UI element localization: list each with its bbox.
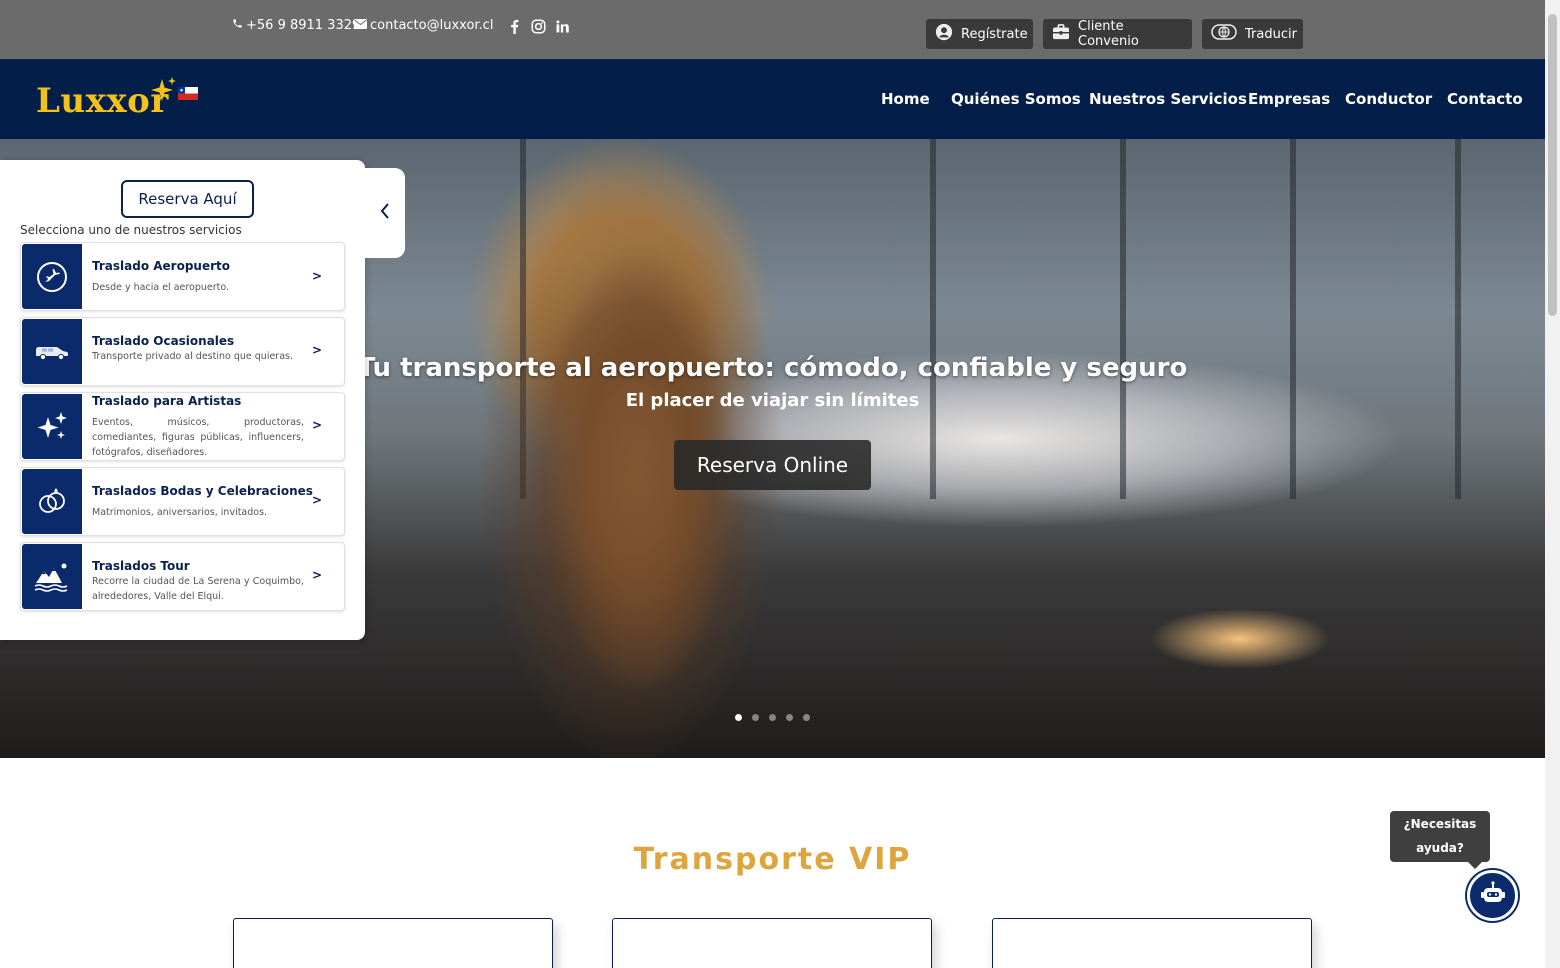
window-frame bbox=[1455, 139, 1461, 499]
nav-home[interactable]: Home bbox=[881, 90, 930, 108]
slider-dot[interactable] bbox=[752, 714, 759, 721]
nav-contacto[interactable]: Contacto bbox=[1447, 90, 1523, 108]
chevron-right-icon: > bbox=[311, 493, 322, 507]
email-link[interactable]: contacto@luxxor.cl bbox=[354, 18, 493, 33]
service-description: Transporte privado al destino que quiera… bbox=[92, 351, 293, 362]
slider-dots bbox=[735, 714, 810, 721]
booking-panel: Reserva Aquí Selecciona uno de nuestros … bbox=[0, 160, 365, 640]
slider-dot[interactable] bbox=[735, 714, 742, 721]
briefcase-icon bbox=[1052, 24, 1070, 44]
facebook-icon[interactable] bbox=[505, 17, 523, 35]
nav-quienes-somos[interactable]: Quiénes Somos bbox=[951, 90, 1081, 108]
van-icon bbox=[22, 319, 82, 384]
service-title: Traslados Bodas y Celebraciones bbox=[92, 484, 313, 498]
rings-icon bbox=[22, 469, 82, 534]
phone-text: +56 9 8911 3329 bbox=[246, 18, 361, 33]
service-traslados-tour[interactable]: Traslados Tour Recorre la ciudad de La S… bbox=[20, 542, 345, 611]
nav-nuestros-servicios[interactable]: Nuestros Servicios bbox=[1089, 90, 1247, 108]
help-line-1: ¿Necesitas bbox=[1403, 817, 1477, 831]
slider-dot[interactable] bbox=[786, 714, 793, 721]
service-description: Desde y hacia el aeropuerto. bbox=[92, 282, 230, 293]
window-frame bbox=[930, 139, 936, 499]
reserva-aqui-button[interactable]: Reserva Aquí bbox=[121, 180, 254, 218]
collapse-panel-button[interactable] bbox=[365, 168, 405, 258]
phone-link[interactable]: +56 9 8911 3329 bbox=[232, 18, 360, 33]
airplane-icon bbox=[22, 244, 82, 309]
vip-card[interactable] bbox=[233, 918, 553, 968]
email-text: contacto@luxxor.cl bbox=[370, 18, 494, 33]
service-traslado-aeropuerto[interactable]: Traslado Aeropuerto Desde y hacia el aer… bbox=[20, 242, 345, 311]
section-title: Transporte VIP bbox=[633, 842, 912, 877]
service-title: Traslado Ocasionales bbox=[92, 334, 235, 348]
chevron-right-icon: > bbox=[311, 343, 322, 357]
page: +56 9 8911 3329 contacto@luxxor.cl Regís… bbox=[0, 0, 1560, 968]
window-frame bbox=[1120, 139, 1126, 499]
register-label: Regístrate bbox=[961, 26, 1028, 42]
service-description: Matrimonios, aniversarios, invitados. bbox=[92, 507, 268, 518]
user-icon bbox=[935, 23, 953, 45]
chevron-right-icon: > bbox=[311, 269, 322, 283]
service-title: Traslado Aeropuerto bbox=[92, 259, 231, 273]
vip-card[interactable] bbox=[992, 918, 1312, 968]
chevron-right-icon: > bbox=[311, 418, 322, 432]
cliente-convenio-label: Cliente Convenio bbox=[1078, 19, 1139, 49]
cliente-convenio-button[interactable]: Cliente Convenio bbox=[1043, 19, 1192, 49]
logo[interactable]: Luxxor bbox=[36, 77, 206, 125]
reserva-online-button[interactable]: Reserva Online bbox=[674, 440, 871, 490]
slider-dot[interactable] bbox=[769, 714, 776, 721]
landscape-icon bbox=[22, 544, 82, 609]
slider-dot[interactable] bbox=[803, 714, 810, 721]
translate-label: Traducir bbox=[1245, 26, 1297, 42]
chevron-right-icon: > bbox=[311, 568, 322, 582]
vip-card[interactable] bbox=[612, 918, 932, 968]
robot-icon bbox=[1478, 879, 1508, 913]
nav-conductor[interactable]: Conductor bbox=[1345, 90, 1432, 108]
top-bar: +56 9 8911 3329 contacto@luxxor.cl Regís… bbox=[0, 0, 1545, 59]
service-traslados-bodas[interactable]: Traslados Bodas y Celebraciones Matrimon… bbox=[20, 467, 345, 536]
services-hint: Selecciona uno de nuestros servicios bbox=[20, 223, 242, 237]
chevron-left-icon bbox=[380, 203, 390, 223]
help-line-2: ayuda? bbox=[1416, 841, 1464, 855]
service-traslado-artistas[interactable]: Traslado para Artistas Eventos, músicos,… bbox=[20, 392, 345, 461]
service-description: Eventos, músicos, productoras, comediant… bbox=[92, 417, 304, 458]
help-tooltip: ¿Necesitas ayuda? bbox=[1390, 811, 1490, 869]
translate-button[interactable]: Traducir bbox=[1202, 19, 1303, 49]
register-button[interactable]: Regístrate bbox=[926, 19, 1033, 49]
service-title: Traslados Tour bbox=[92, 559, 190, 573]
sparkles-icon bbox=[22, 394, 82, 459]
sparkle-icon bbox=[148, 77, 176, 111]
nav-empresas[interactable]: Empresas bbox=[1248, 90, 1330, 108]
chatbot-button[interactable] bbox=[1467, 870, 1518, 921]
service-description: Recorre la ciudad de La Serena y Coquimb… bbox=[92, 576, 304, 602]
envelope-icon bbox=[354, 18, 367, 33]
window-frame bbox=[1290, 139, 1296, 499]
service-traslado-ocasionales[interactable]: Traslado Ocasionales Transporte privado … bbox=[20, 317, 345, 386]
service-title: Traslado para Artistas bbox=[92, 394, 242, 408]
instagram-icon[interactable] bbox=[529, 17, 547, 35]
linkedin-icon[interactable] bbox=[553, 17, 571, 35]
scrollbar-thumb[interactable] bbox=[1548, 14, 1557, 316]
chile-flag-icon bbox=[178, 85, 198, 100]
translate-icon bbox=[1211, 23, 1237, 45]
phone-icon bbox=[232, 18, 243, 33]
